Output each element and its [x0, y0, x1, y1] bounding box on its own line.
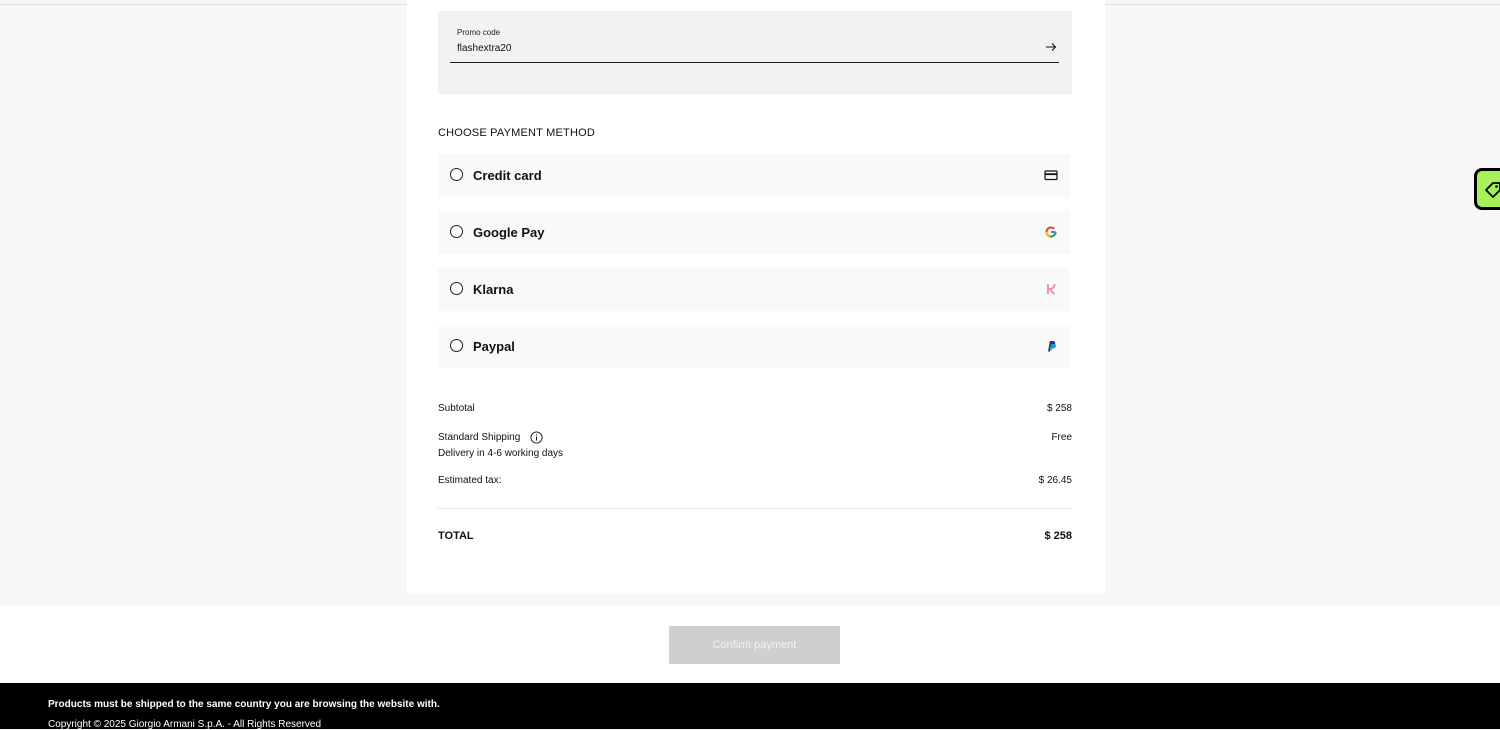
promo-submit-arrow-icon[interactable] [1045, 40, 1057, 54]
total-label: TOTAL [438, 530, 474, 542]
klarna-icon [1044, 282, 1058, 296]
estimated-tax-label: Estimated tax: [438, 475, 502, 486]
payment-option-label: Paypal [473, 339, 515, 354]
google-pay-radio[interactable] [450, 225, 463, 238]
tag-icon [1483, 179, 1500, 199]
shipping-value: Free [1051, 432, 1072, 443]
estimated-tax-value: $ 26.45 [1038, 475, 1072, 486]
payment-option-label: Google Pay [473, 225, 545, 240]
promo-code-underline [450, 62, 1059, 63]
google-icon [1044, 225, 1058, 239]
payment-option-klarna[interactable]: Klarna [438, 268, 1070, 311]
shipping-label: Standard Shipping [438, 432, 521, 443]
payment-option-credit-card[interactable]: Credit card [438, 154, 1070, 197]
payment-method-heading: CHOOSE PAYMENT METHOD [438, 127, 595, 139]
paypal-radio[interactable] [450, 339, 463, 352]
payment-option-paypal[interactable]: Paypal [438, 325, 1070, 368]
info-icon[interactable] [530, 431, 543, 444]
payment-option-label: Klarna [473, 282, 514, 297]
summary-divider [438, 508, 1072, 509]
payment-option-label: Credit card [473, 168, 542, 183]
total-value: $ 258 [1044, 530, 1072, 542]
footer: Products must be shipped to the same cou… [0, 683, 1500, 730]
confirm-payment-button[interactable]: Confirm payment [669, 626, 840, 664]
promo-code-input[interactable] [457, 41, 1037, 55]
copyright-text: Copyright © 2025 Giorgio Armani S.p.A. -… [48, 719, 322, 730]
side-promo-tab[interactable] [1474, 168, 1500, 210]
paypal-icon [1044, 339, 1058, 353]
shipping-notice: Products must be shipped to the same cou… [48, 699, 440, 710]
promo-code-label: Promo code [457, 28, 501, 37]
subtotal-label: Subtotal [438, 403, 475, 414]
credit-card-radio[interactable] [450, 168, 463, 181]
delivery-time-note: Delivery in 4-6 working days [438, 448, 564, 459]
payment-option-google-pay[interactable]: Google Pay [438, 211, 1070, 254]
klarna-radio[interactable] [450, 282, 463, 295]
credit-card-icon [1044, 168, 1058, 182]
subtotal-value: $ 258 [1046, 403, 1072, 414]
